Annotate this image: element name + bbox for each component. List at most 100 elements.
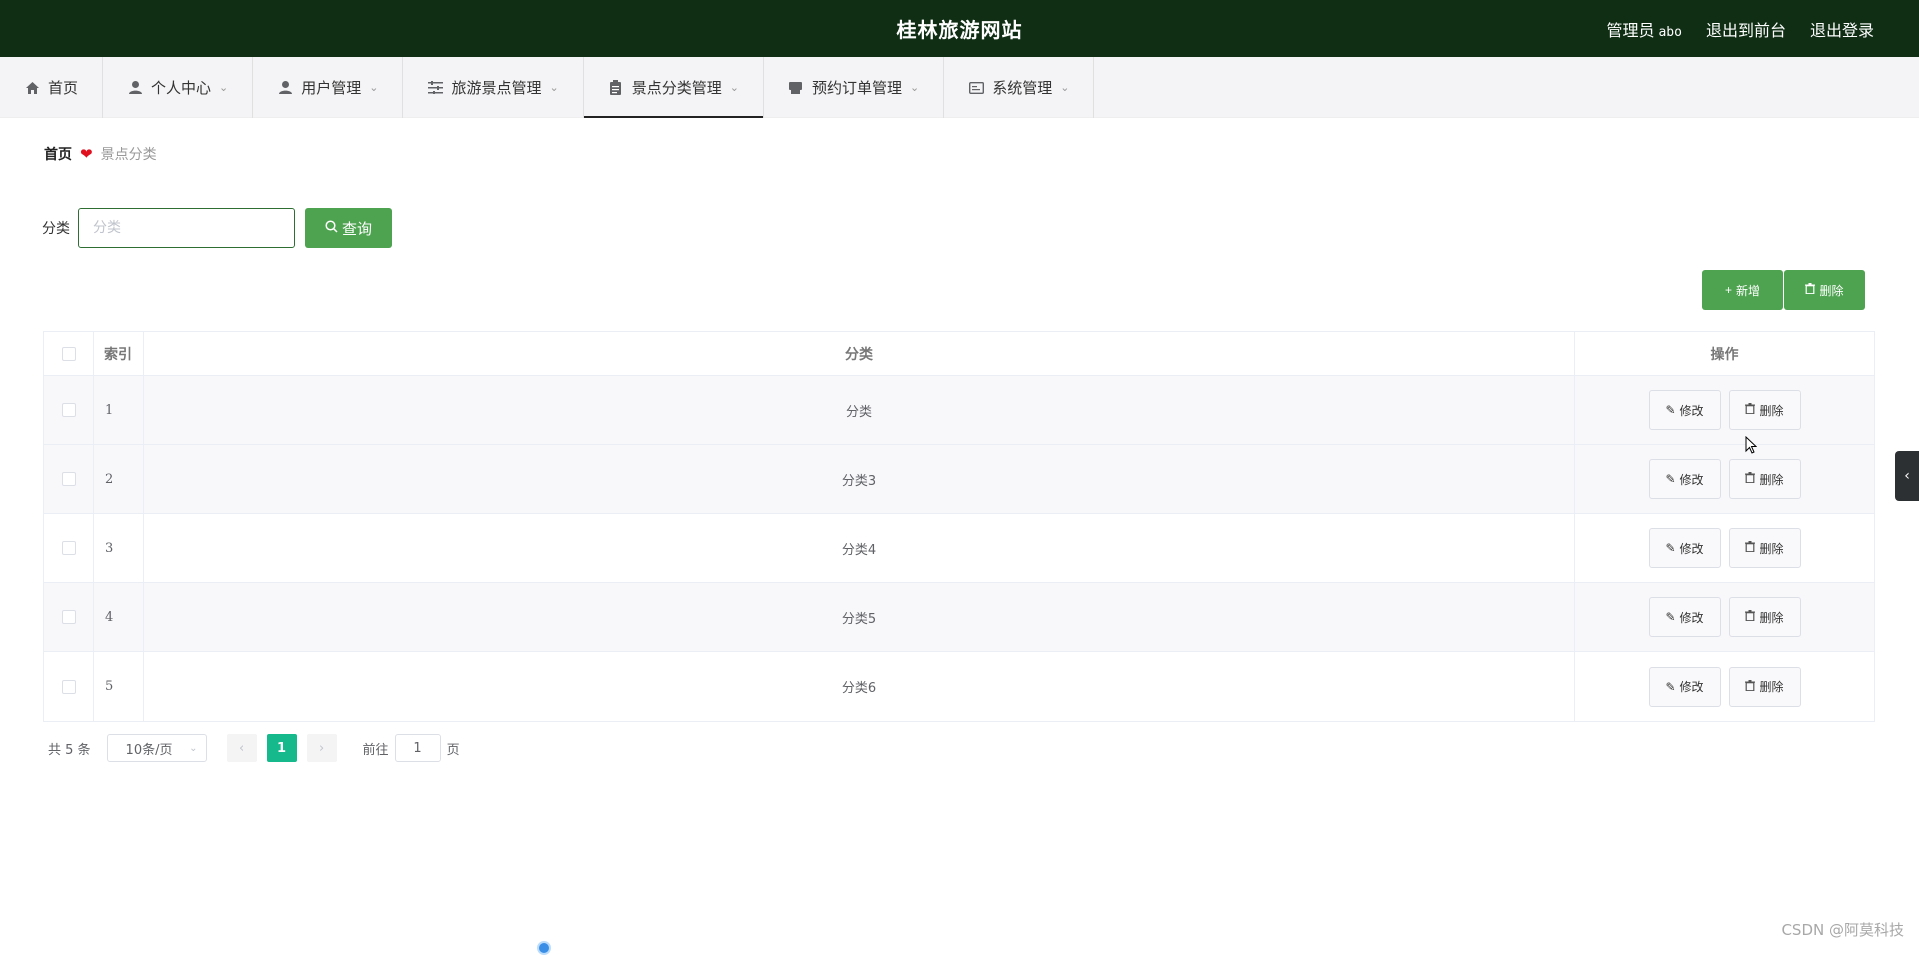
query-button-label: 查询 bbox=[341, 220, 372, 238]
edit-button-label: 修改 bbox=[1679, 680, 1704, 694]
sliders-icon bbox=[427, 80, 443, 96]
page-number-current[interactable]: 1 bbox=[266, 734, 297, 762]
header-operations: 操作 bbox=[1710, 346, 1739, 363]
printer-icon bbox=[788, 80, 804, 96]
row-index: 2 bbox=[94, 445, 144, 513]
header-category: 分类 bbox=[144, 332, 1575, 375]
row-index: 1 bbox=[94, 376, 144, 444]
prev-page-button[interactable]: ‹ bbox=[226, 734, 257, 762]
nav-label: 系统管理 bbox=[992, 79, 1053, 97]
delete-button[interactable]: 删除 bbox=[1728, 666, 1801, 707]
page-size-value: 10条/页 bbox=[125, 742, 173, 758]
row-operations: ✎ 修改 删除 bbox=[1575, 652, 1874, 721]
nav-item-system[interactable]: 系统管理 ⌄ bbox=[944, 57, 1095, 118]
delete-button[interactable]: 删除 bbox=[1728, 459, 1801, 499]
chevron-down-icon: ⌄ bbox=[909, 81, 920, 94]
row-checkbox-cell bbox=[44, 376, 94, 444]
user-name: abo bbox=[1658, 25, 1682, 40]
to-frontend-link[interactable]: 退出到前台 bbox=[1706, 17, 1786, 41]
edit-button[interactable]: ✎ 修改 bbox=[1648, 390, 1721, 430]
edit-button-label: 修改 bbox=[1679, 403, 1704, 418]
nav-item-users[interactable]: 用户管理 ⌄ bbox=[253, 57, 404, 118]
next-page-button[interactable]: › bbox=[306, 734, 337, 762]
delete-button-label: 删除 bbox=[1759, 680, 1784, 694]
nav-item-attractions[interactable]: 旅游景点管理 ⌄ bbox=[403, 57, 584, 118]
delete-button-label: 删除 bbox=[1759, 541, 1784, 556]
table-actions: + 新增 删除 bbox=[1702, 270, 1865, 310]
nav-label: 预约订单管理 bbox=[811, 79, 902, 97]
category-table: 索引 分类 操作 1 分类 ✎修改 删除 2 分类3 ✎修改 删除 3 分类 bbox=[43, 331, 1875, 722]
top-bar: 桂林旅游网站 管理员 abo 退出到前台 退出登录 bbox=[0, 0, 1919, 57]
page-size-select[interactable]: 10条/页 ⌄ bbox=[106, 734, 207, 762]
nav-item-profile[interactable]: 个人中心 ⌄ bbox=[103, 57, 254, 118]
nav-item-categories[interactable]: 景点分类管理 ⌄ bbox=[583, 57, 764, 118]
nav-item-home[interactable]: 首页 bbox=[0, 57, 104, 118]
table-header: 索引 分类 操作 bbox=[44, 332, 1874, 376]
user-icon bbox=[127, 80, 143, 96]
add-button[interactable]: + 新增 bbox=[1702, 270, 1783, 310]
row-index: 4 bbox=[94, 583, 144, 651]
pencil-icon: ✎ bbox=[1665, 679, 1676, 694]
breadcrumb-current: 景点分类 bbox=[100, 147, 157, 163]
clipboard-icon bbox=[608, 80, 624, 96]
row-checkbox[interactable] bbox=[61, 679, 76, 694]
category-search-input[interactable] bbox=[78, 208, 295, 248]
row-checkbox-cell bbox=[44, 445, 94, 513]
breadcrumb-home[interactable]: 首页 bbox=[44, 144, 72, 164]
row-category: 分类6 bbox=[144, 652, 1575, 721]
query-button[interactable]: 查询 bbox=[305, 208, 392, 248]
batch-delete-button[interactable]: 删除 bbox=[1784, 270, 1865, 310]
header-checkbox-cell bbox=[44, 332, 94, 375]
pencil-icon: ✎ bbox=[1665, 472, 1676, 486]
delete-button-label: 删除 bbox=[1759, 403, 1784, 418]
edit-button[interactable]: ✎ 修改 bbox=[1648, 666, 1721, 707]
trash-icon bbox=[1745, 472, 1756, 486]
user-role: 管理员 bbox=[1606, 21, 1655, 40]
delete-button[interactable]: 删除 bbox=[1728, 528, 1801, 568]
edit-button-label: 修改 bbox=[1679, 610, 1704, 625]
row-checkbox[interactable] bbox=[61, 541, 76, 555]
user-manage-icon bbox=[277, 80, 293, 96]
row-index: 5 bbox=[94, 652, 144, 721]
trash-icon bbox=[1745, 403, 1756, 417]
edit-button[interactable]: ✎ 修改 bbox=[1648, 528, 1721, 568]
nav-label: 用户管理 bbox=[301, 79, 362, 97]
row-category: 分类4 bbox=[144, 514, 1575, 582]
row-category: 分类5 bbox=[144, 583, 1575, 651]
row-checkbox[interactable] bbox=[61, 610, 76, 624]
delete-button[interactable]: 删除 bbox=[1728, 390, 1801, 430]
trash-icon bbox=[1805, 283, 1816, 297]
row-checkbox[interactable] bbox=[61, 472, 76, 486]
delete-button[interactable]: 删除 bbox=[1728, 597, 1801, 637]
pagination: 共 5 条 10条/页 ⌄ ‹ 1 › 前往 页 bbox=[48, 734, 460, 762]
watermark: CSDN @阿莫科技 bbox=[1781, 921, 1904, 939]
edit-button[interactable]: ✎ 修改 bbox=[1648, 459, 1721, 499]
plus-icon: + bbox=[1724, 283, 1732, 297]
chevron-down-icon: ⌄ bbox=[549, 81, 559, 94]
delete-button-label: 删除 bbox=[1759, 610, 1784, 625]
row-checkbox[interactable] bbox=[61, 403, 76, 417]
chevron-right-icon: › bbox=[318, 740, 325, 756]
side-panel-toggle[interactable]: ‹ bbox=[1895, 451, 1919, 501]
nav-item-orders[interactable]: 预约订单管理 ⌄ bbox=[764, 57, 945, 118]
trash-icon bbox=[1745, 541, 1756, 555]
edit-button[interactable]: ✎ 修改 bbox=[1648, 597, 1721, 637]
card-icon bbox=[968, 80, 984, 96]
row-operations: ✎ 修改 删除 bbox=[1575, 583, 1874, 651]
goto-page-input[interactable] bbox=[394, 734, 441, 762]
breadcrumb: 首页 ❤ 景点分类 bbox=[44, 144, 157, 164]
main-content: 分类 查询 + 新增 删除 索引 分类 操作 1 bbox=[23, 188, 1895, 781]
table-row: 3 分类4 ✎ 修改 删除 bbox=[44, 514, 1874, 583]
row-operations: ✎ 修改 删除 bbox=[1575, 514, 1874, 582]
trash-icon bbox=[1745, 610, 1756, 624]
chevron-down-icon: ⌄ bbox=[369, 81, 379, 94]
table-row: 4 分类5 ✎ 修改 删除 bbox=[44, 583, 1874, 652]
chevron-down-icon: ⌄ bbox=[1060, 81, 1070, 94]
row-checkbox-cell bbox=[44, 514, 94, 582]
logout-link[interactable]: 退出登录 bbox=[1810, 17, 1874, 41]
table-row: 5 分类6 ✎ 修改 删除 bbox=[44, 652, 1874, 721]
delete-button-label: 删除 bbox=[1759, 472, 1784, 487]
search-label: 分类 bbox=[42, 221, 70, 237]
select-all-checkbox[interactable] bbox=[61, 346, 76, 361]
row-category: 分类 bbox=[144, 376, 1575, 444]
